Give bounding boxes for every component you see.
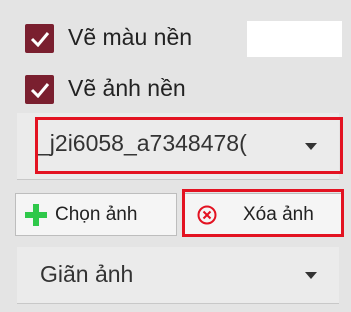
chevron-down-icon — [305, 272, 317, 279]
draw-background-image-label: Vẽ ảnh nền — [68, 75, 186, 101]
draw-background-image-checkbox[interactable] — [25, 75, 54, 104]
background-settings-panel: Vẽ màu nền Vẽ ảnh nền _j2i6058_a7348478(… — [0, 0, 351, 312]
highlight-image-select — [35, 117, 343, 174]
checkmark-icon — [30, 31, 49, 47]
draw-background-color-checkbox[interactable] — [25, 24, 54, 53]
checkmark-icon — [30, 82, 49, 98]
highlight-delete-button — [182, 189, 344, 237]
image-stretch-select[interactable]: Giãn ảnh — [17, 247, 339, 304]
draw-background-color-label: Vẽ màu nền — [68, 24, 193, 50]
plus-icon — [25, 203, 47, 226]
background-color-swatch[interactable] — [247, 21, 342, 57]
image-stretch-select-value: Giãn ảnh — [40, 261, 134, 287]
choose-image-button[interactable]: Chọn ảnh — [15, 193, 177, 236]
choose-image-label: Chọn ảnh — [55, 203, 138, 225]
